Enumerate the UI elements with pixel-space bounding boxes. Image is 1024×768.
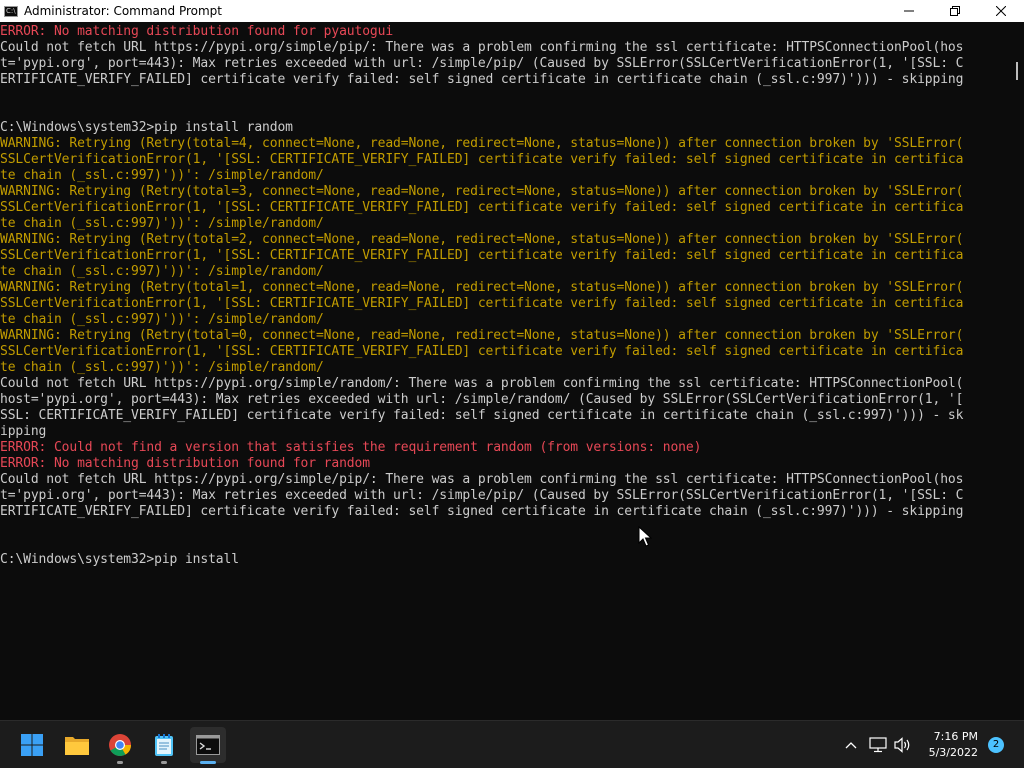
file-explorer-button[interactable] — [59, 727, 95, 763]
window-title: Administrator: Command Prompt — [24, 4, 222, 18]
scroll-thumb[interactable] — [1016, 62, 1018, 80]
terminal-line: te chain (_ssl.c:997)'))': /simple/rando… — [0, 216, 324, 231]
maximize-button[interactable] — [932, 0, 978, 22]
clock-date: 5/3/2022 — [928, 746, 978, 759]
terminal-line: ERTIFICATE_VERIFY_FAILED] certificate ve… — [0, 72, 964, 87]
terminal-line: ipping — [0, 424, 47, 439]
terminal-line: ERROR: Could not find a version that sat… — [0, 440, 702, 455]
terminal-line: Could not fetch URL https://pypi.org/sim… — [0, 376, 964, 391]
title-bar[interactable]: C:\ Administrator: Command Prompt — [0, 0, 1024, 22]
terminal-line: te chain (_ssl.c:997)'))': /simple/rando… — [0, 360, 324, 375]
terminal-line: ERROR: No matching distribution found fo… — [0, 24, 394, 39]
terminal-line: SSLCertVerificationError(1, '[SSL: CERTI… — [0, 152, 964, 167]
clock[interactable]: 7:16 PM 5/3/2022 — [898, 729, 978, 761]
command-prompt-button[interactable] — [190, 727, 226, 764]
taskbar: 7:16 PM 5/3/2022 2 — [0, 720, 1024, 768]
terminal-icon — [196, 735, 220, 755]
terminal-line: WARNING: Retrying (Retry(total=1, connec… — [0, 280, 964, 295]
terminal-line: t='pypi.org', port=443): Max retries exc… — [0, 488, 964, 503]
network-icon — [869, 737, 887, 753]
scrollbar[interactable] — [1012, 22, 1024, 720]
terminal-line: WARNING: Retrying (Retry(total=2, connec… — [0, 232, 964, 247]
windows-logo-icon — [21, 734, 43, 756]
clock-time: 7:16 PM — [933, 730, 978, 743]
notepad-icon — [155, 734, 173, 756]
chevron-up-icon — [845, 742, 857, 749]
terminal-line: WARNING: Retrying (Retry(total=3, connec… — [0, 184, 964, 199]
terminal-line: WARNING: Retrying (Retry(total=0, connec… — [0, 328, 964, 343]
terminal-line: SSLCertVerificationError(1, '[SSL: CERTI… — [0, 200, 964, 215]
terminal-line: te chain (_ssl.c:997)'))': /simple/rando… — [0, 264, 324, 279]
minimize-icon — [904, 10, 914, 12]
terminal-line: t='pypi.org', port=443): Max retries exc… — [0, 56, 964, 71]
terminal-line: te chain (_ssl.c:997)'))': /simple/rando… — [0, 168, 324, 183]
running-indicator — [117, 761, 123, 764]
restore-icon — [950, 6, 960, 16]
show-hidden-icons-button[interactable] — [841, 735, 861, 755]
terminal-line: C:\Windows\system32>pip install random — [0, 120, 293, 135]
close-button[interactable] — [978, 0, 1024, 22]
start-button[interactable] — [14, 727, 50, 763]
command-prompt-icon: C:\ — [4, 5, 18, 17]
terminal-line: SSL: CERTIFICATE_VERIFY_FAILED] certific… — [0, 408, 964, 423]
terminal-line: SSLCertVerificationError(1, '[SSL: CERTI… — [0, 248, 964, 263]
notification-badge[interactable]: 2 — [988, 737, 1004, 753]
chrome-icon — [109, 734, 131, 756]
terminal-line: host='pypi.org', port=443): Max retries … — [0, 392, 964, 407]
terminal-line: Could not fetch URL https://pypi.org/sim… — [0, 40, 964, 55]
terminal-line: C:\Windows\system32>pip install — [0, 552, 239, 567]
chrome-button[interactable] — [102, 727, 138, 764]
terminal-line: WARNING: Retrying (Retry(total=4, connec… — [0, 136, 964, 151]
terminal-line: ERROR: No matching distribution found fo… — [0, 456, 370, 471]
active-indicator — [200, 761, 216, 764]
folder-icon — [65, 737, 89, 755]
terminal-line: te chain (_ssl.c:997)'))': /simple/rando… — [0, 312, 324, 327]
notepad-button[interactable] — [146, 727, 182, 764]
terminal-output[interactable]: ERROR: No matching distribution found fo… — [0, 22, 1012, 720]
running-indicator — [161, 761, 167, 764]
terminal-line: Could not fetch URL https://pypi.org/sim… — [0, 472, 964, 487]
terminal-line: SSLCertVerificationError(1, '[SSL: CERTI… — [0, 296, 964, 311]
terminal-line: SSLCertVerificationError(1, '[SSL: CERTI… — [0, 344, 964, 359]
terminal-line: ERTIFICATE_VERIFY_FAILED] certificate ve… — [0, 504, 964, 519]
network-button[interactable] — [868, 735, 888, 755]
minimize-button[interactable] — [886, 0, 932, 22]
mouse-cursor-icon — [638, 526, 652, 547]
close-icon — [996, 6, 1006, 16]
